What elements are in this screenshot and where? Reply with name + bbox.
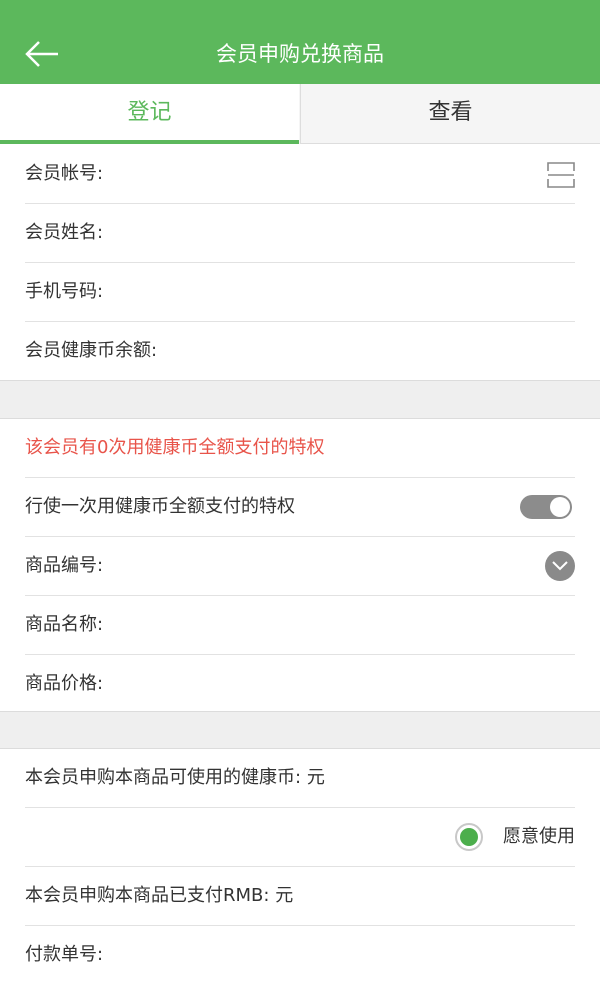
payment-no-label: 付款单号: [25, 944, 104, 965]
product-section: 该会员有0次用健康币全额支付的特权 行使一次用健康币全额支付的特权 商品编号: … [0, 418, 600, 712]
member-name-row[interactable]: 会员姓名: [25, 204, 575, 263]
product-code-label: 商品编号: [25, 555, 104, 576]
use-privilege-row: 行使一次用健康币全额支付的特权 [25, 478, 575, 537]
willing-use-label: 愿意使用 [503, 826, 575, 847]
payment-no-row[interactable]: 付款单号: [25, 926, 575, 985]
paid-rmb-unit: 元 [275, 885, 294, 906]
section-divider [0, 712, 600, 748]
usable-coin-unit: 元 [306, 767, 325, 788]
use-privilege-label: 行使一次用健康币全额支付的特权 [25, 496, 295, 517]
paid-rmb-label: 本会员申购本商品已支付RMB: 元 [25, 885, 294, 906]
privilege-notice-row: 该会员有0次用健康币全额支付的特权 [25, 419, 575, 478]
coin-balance-label: 会员健康币余额: [25, 340, 158, 361]
product-code-dropdown-button[interactable] [545, 551, 575, 581]
coin-balance-row: 会员健康币余额: [25, 322, 575, 381]
willing-use-radio-option[interactable]: 愿意使用 [425, 808, 575, 866]
product-price-row: 商品价格: [25, 655, 575, 714]
willing-use-radio[interactable] [455, 823, 483, 851]
usable-coin-row: 本会员申购本商品可使用的健康币: 元 [25, 749, 575, 808]
tab-bar: 登记 查看 [0, 84, 600, 144]
tab-register[interactable]: 登记 [0, 84, 299, 144]
paid-rmb-row: 本会员申购本商品已支付RMB: 元 [25, 867, 575, 926]
product-name-row: 商品名称: [25, 596, 575, 655]
payment-section: 本会员申购本商品可使用的健康币: 元 愿意使用 本会员申购本商品已支付RMB: … [0, 748, 600, 965]
app-header: 会员申购兑换商品 [0, 0, 600, 84]
member-info-section: 会员帐号: 会员姓名: 手机号码: 会员健康币余额: [0, 145, 600, 381]
member-account-label: 会员帐号: [25, 163, 104, 184]
phone-number-row[interactable]: 手机号码: [25, 263, 575, 322]
product-code-row[interactable]: 商品编号: [25, 537, 575, 596]
phone-number-label: 手机号码: [25, 281, 104, 302]
member-account-row[interactable]: 会员帐号: [25, 145, 575, 204]
product-name-label: 商品名称: [25, 614, 104, 635]
chevron-down-icon [552, 561, 568, 571]
usable-coin-label: 本会员申购本商品可使用的健康币: 元 [25, 767, 325, 788]
section-divider [0, 381, 600, 418]
radio-selected-dot [460, 828, 478, 846]
privilege-notice: 该会员有0次用健康币全额支付的特权 [25, 437, 325, 458]
page-title: 会员申购兑换商品 [216, 42, 384, 66]
product-price-label: 商品价格: [25, 673, 104, 694]
scan-icon[interactable] [547, 162, 575, 188]
use-privilege-toggle[interactable] [520, 495, 572, 519]
willing-use-row: 愿意使用 [25, 808, 575, 867]
toggle-knob [550, 497, 570, 517]
tab-view[interactable]: 查看 [300, 84, 600, 144]
member-name-label: 会员姓名: [25, 222, 104, 243]
